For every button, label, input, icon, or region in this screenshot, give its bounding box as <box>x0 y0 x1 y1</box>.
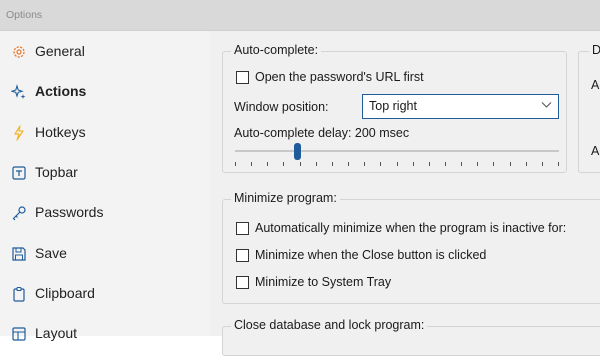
sparkle-icon <box>11 84 26 99</box>
sidebar-item-label: Hotkeys <box>35 124 86 140</box>
sidebar-item-layout[interactable]: Layout <box>0 316 210 350</box>
slider-tick <box>235 162 236 166</box>
slider-tick <box>283 162 284 166</box>
slider-track <box>235 150 559 152</box>
minimize-tray-label: Minimize to System Tray <box>255 275 392 289</box>
minimize-group: Minimize program: Automatically minimize… <box>222 191 600 304</box>
slider-tick <box>380 162 381 166</box>
slider-tick <box>558 162 559 166</box>
sidebar-item-general[interactable]: General <box>0 34 210 68</box>
window-position-select[interactable]: Top right <box>362 94 559 119</box>
open-url-checkbox[interactable]: Open the password's URL first <box>236 70 496 86</box>
sidebar-item-label: Save <box>35 245 67 261</box>
sidebar-item-label: Actions <box>35 83 87 99</box>
layout-icon <box>12 327 26 341</box>
sidebar-item-save[interactable]: Save <box>0 236 210 270</box>
window-title: Options <box>6 9 43 21</box>
floppy-icon <box>12 247 26 261</box>
right-group-line2: Ac <box>591 144 600 158</box>
sidebar-item-passwords[interactable]: Passwords <box>0 195 210 229</box>
window-position-label: Window position: <box>234 100 329 114</box>
sidebar-item-clipboard[interactable]: Clipboard <box>0 276 210 310</box>
sidebar-item-label: Passwords <box>35 204 104 220</box>
sidebar-item-hotkeys[interactable]: Hotkeys <box>0 115 210 149</box>
slider-tick <box>510 162 511 166</box>
key-icon <box>12 206 26 221</box>
open-url-label: Open the password's URL first <box>255 70 424 84</box>
minimize-legend: Minimize program: <box>231 191 340 205</box>
actions-panel: Auto-complete: Open the password's URL f… <box>210 31 600 356</box>
slider-tick <box>316 162 317 166</box>
sidebar-item-topbar[interactable]: Topbar <box>0 155 210 189</box>
slider-tick <box>493 162 494 166</box>
slider-thumb[interactable] <box>294 143 301 160</box>
checkbox-box[interactable] <box>236 71 249 84</box>
autocomplete-group: Auto-complete: Open the password's URL f… <box>222 43 567 173</box>
sidebar: General Actions Hotkeys Topbar Passwords <box>0 31 210 341</box>
checkbox-box[interactable] <box>236 276 249 289</box>
slider-tick <box>445 162 446 166</box>
window-position-value: Top right <box>369 99 417 113</box>
slider-tick <box>300 162 301 166</box>
close-db-legend: Close database and lock program: <box>231 318 428 332</box>
sidebar-item-label: General <box>35 43 85 59</box>
checkbox-box[interactable] <box>236 222 249 235</box>
slider-tick <box>267 162 268 166</box>
slider-tick <box>542 162 543 166</box>
slider-tick <box>429 162 430 166</box>
clipboard-icon <box>13 286 25 302</box>
slider-tick <box>348 162 349 166</box>
checkbox-box[interactable] <box>236 249 249 262</box>
autocomplete-legend: Auto-complete: <box>231 43 322 57</box>
delay-slider[interactable] <box>235 142 559 168</box>
minimize-tray-checkbox[interactable]: Minimize to System Tray <box>236 275 436 291</box>
slider-tick <box>526 162 527 166</box>
slider-tick <box>477 162 478 166</box>
delay-label: Auto-complete delay: 200 msec <box>234 126 410 140</box>
sidebar-item-actions[interactable]: Actions <box>0 74 210 108</box>
slider-tick <box>413 162 414 166</box>
slider-tick <box>364 162 365 166</box>
sidebar-item-label: Topbar <box>35 164 78 180</box>
right-group: D Ac Ac <box>578 43 600 173</box>
chevron-down-icon <box>541 102 552 108</box>
minimize-inactive-label: Automatically minimize when the program … <box>255 221 567 235</box>
minimize-close-label: Minimize when the Close button is clicke… <box>255 248 487 262</box>
slider-tick <box>461 162 462 166</box>
slider-tick <box>251 162 252 166</box>
sidebar-item-label: Clipboard <box>35 285 95 301</box>
sidebar-item-label: Layout <box>35 325 78 341</box>
close-db-group: Close database and lock program: <box>222 318 600 356</box>
slider-tick <box>397 162 398 166</box>
minimize-inactive-checkbox[interactable]: Automatically minimize when the program … <box>236 221 596 237</box>
lightning-icon <box>14 125 24 141</box>
minimize-close-checkbox[interactable]: Minimize when the Close button is clicke… <box>236 248 536 264</box>
title-bar: Options <box>0 0 600 31</box>
right-group-line1: Ac <box>591 78 600 92</box>
topbar-icon <box>12 166 26 180</box>
slider-tick <box>332 162 333 166</box>
right-group-legend: D <box>589 43 600 57</box>
gear-icon <box>13 46 25 58</box>
